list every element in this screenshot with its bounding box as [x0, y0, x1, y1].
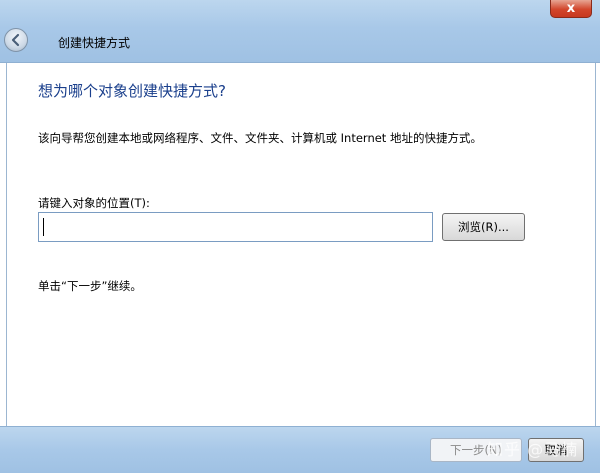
back-arrow-icon: [11, 33, 20, 47]
text-caret: [43, 218, 44, 236]
location-input[interactable]: [38, 212, 433, 242]
wizard-title: 创建快捷方式: [58, 36, 131, 50]
watermark: 知乎 @马楠: [487, 440, 579, 459]
page-heading: 想为哪个对象创建快捷方式?: [38, 82, 226, 100]
instruction-text: 单击“下一步”继续。: [38, 279, 142, 293]
back-button[interactable]: [4, 28, 28, 52]
close-button[interactable]: x: [550, 0, 592, 18]
location-label: 请键入对象的位置(T):: [38, 196, 150, 210]
title-bar: [0, 0, 600, 63]
wizard-content: [6, 63, 596, 426]
close-icon: x: [566, 1, 576, 16]
browse-button[interactable]: 浏览(R)...: [442, 213, 525, 241]
page-description: 该向导帮您创建本地或网络程序、文件、文件夹、计算机或 Internet 地址的快…: [38, 131, 482, 145]
